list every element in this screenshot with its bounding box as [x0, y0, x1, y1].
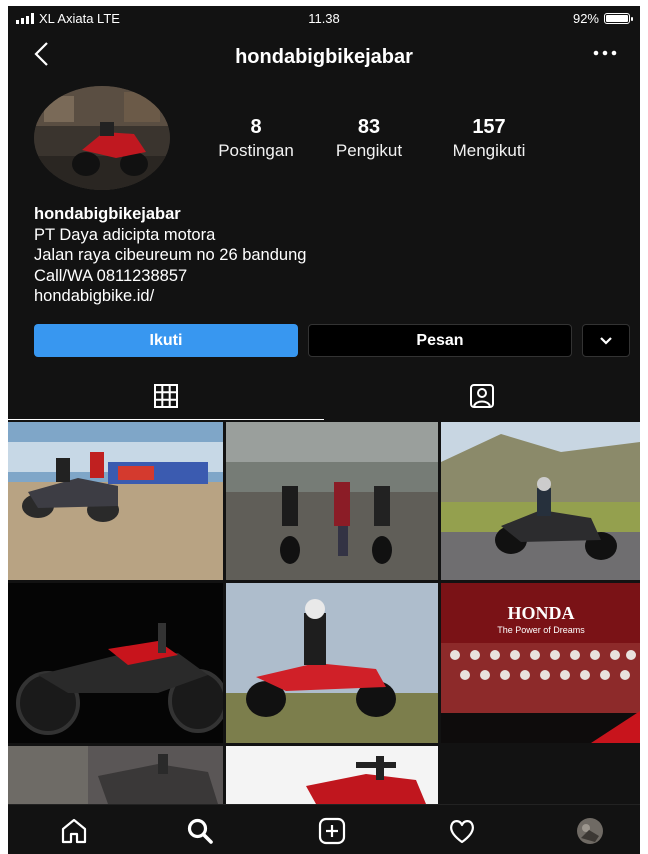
nav-add-post[interactable]	[312, 815, 352, 847]
honda-banner-title: HONDA	[508, 603, 575, 623]
nav-activity[interactable]	[442, 815, 482, 847]
app-screen: XL Axiata LTE 11.38 92% hondabigbikejaba…	[8, 6, 640, 854]
profile-stats: 8 Postingan 83 Pengikut 157 Mengikuti	[198, 116, 554, 161]
suggested-dropdown-button[interactable]	[582, 324, 630, 357]
nav-home[interactable]	[54, 815, 94, 847]
profile-avatar-icon	[577, 818, 603, 844]
post-image-adventure-rider	[226, 583, 438, 743]
profile-avatar[interactable]	[34, 86, 170, 190]
grid-icon	[154, 383, 178, 408]
post-image-group-road	[226, 422, 438, 580]
profile-username-title: hondabigbikejabar	[235, 46, 413, 68]
tab-tagged[interactable]	[324, 372, 640, 420]
post-image-grey-motorcycle	[8, 746, 223, 804]
stat-following[interactable]: 157 Mengikuti	[424, 116, 554, 161]
post-thumbnail[interactable]	[8, 746, 223, 804]
bio-link[interactable]: hondabigbike.id/	[34, 286, 306, 307]
status-right: 92%	[572, 11, 633, 26]
stat-posts[interactable]: 8 Postingan	[198, 116, 314, 161]
post-thumbnail[interactable]	[8, 583, 223, 743]
bio-line-phone: Call/WA 0811238857	[34, 266, 188, 285]
stat-followers-count: 83	[357, 116, 381, 138]
stat-posts-count: 8	[250, 116, 262, 138]
post-thumbnail[interactable]	[8, 422, 223, 580]
stat-followers-label: Pengikut	[335, 141, 403, 160]
battery-fill	[606, 15, 629, 22]
status-bar: XL Axiata LTE 11.38 92%	[8, 6, 640, 32]
profile-tabs	[8, 372, 640, 420]
search-icon	[187, 818, 213, 844]
post-image-hill-rider	[441, 422, 640, 580]
post-thumbnail[interactable]	[226, 583, 438, 743]
nav-search[interactable]	[180, 815, 220, 847]
status-time: 11.38	[308, 11, 340, 26]
tab-posts-grid[interactable]	[8, 372, 324, 420]
post-image-honda-group: HONDA The Power of Dreams	[441, 583, 640, 743]
message-button[interactable]: Pesan	[308, 324, 572, 357]
tagged-person-icon	[470, 384, 494, 408]
post-thumbnail[interactable]	[226, 422, 438, 580]
more-horizontal-icon	[593, 50, 617, 56]
follow-button[interactable]: Ikuti	[34, 324, 298, 357]
profile-bio: hondabigbikejabar PT Daya adicipta motor…	[34, 204, 306, 307]
post-thumbnail[interactable]	[226, 746, 438, 804]
bio-line-address: Jalan raya cibeureum no 26 bandung	[34, 246, 307, 264]
honda-banner-subtitle: The Power of Dreams	[497, 625, 585, 635]
stat-followers[interactable]: 83 Pengikut	[314, 116, 424, 161]
stat-posts-label: Postingan	[218, 141, 294, 160]
heart-icon	[450, 820, 474, 844]
post-image-beach-riders	[8, 422, 223, 580]
nav-profile[interactable]	[570, 815, 610, 847]
chevron-down-icon	[600, 336, 612, 345]
post-thumbnail[interactable]	[441, 422, 640, 580]
bottom-nav	[8, 804, 640, 854]
add-post-icon	[318, 817, 346, 845]
profile-header: hondabigbikejabar	[8, 34, 640, 78]
avatar-image	[34, 86, 170, 190]
stat-following-count: 157	[472, 116, 506, 138]
battery-percent: 92%	[572, 11, 599, 26]
battery-icon	[604, 13, 633, 24]
post-image-red-tourer	[226, 746, 438, 804]
more-options-button[interactable]	[592, 38, 618, 74]
bio-line-company: PT Daya adicipta motora	[34, 225, 216, 244]
post-image-red-cruiser	[8, 583, 223, 743]
stat-following-label: Mengikuti	[452, 141, 526, 160]
home-icon	[61, 818, 87, 844]
post-thumbnail[interactable]: HONDA The Power of Dreams	[441, 583, 640, 743]
bio-name: hondabigbikejabar	[34, 205, 181, 223]
